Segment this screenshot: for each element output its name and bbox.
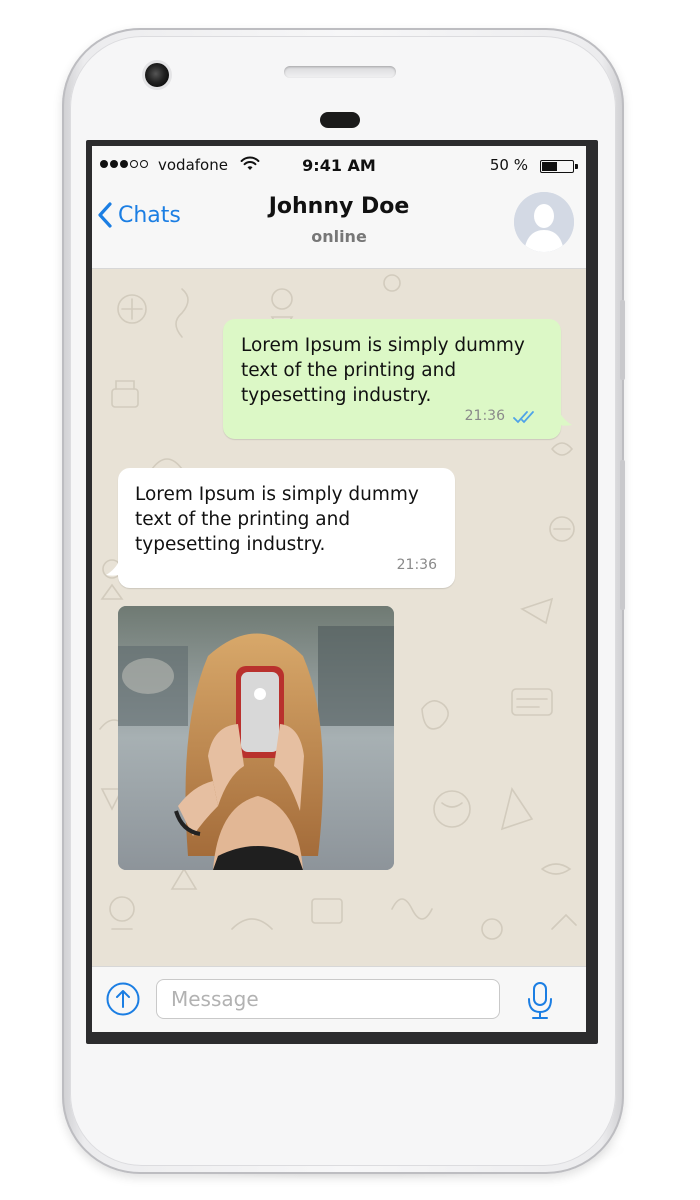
- incoming-message-bubble[interactable]: Lorem Ipsum is simply dummy text of the …: [118, 468, 455, 588]
- message-text: Lorem Ipsum is simply dummy text of the …: [135, 484, 419, 555]
- battery-icon: [540, 160, 578, 173]
- photo-message[interactable]: [118, 606, 394, 870]
- power-button: [620, 460, 625, 610]
- volume-button: [620, 300, 625, 380]
- chat-area[interactable]: Lorem Ipsum is simply dummy text of the …: [92, 269, 586, 966]
- message-meta: 21:36: [465, 404, 539, 429]
- microphone-icon[interactable]: [526, 981, 554, 1021]
- earpiece-speaker: [284, 66, 396, 78]
- message-time: 21:36: [396, 557, 437, 573]
- front-camera: [145, 63, 169, 87]
- message-input[interactable]: [156, 979, 500, 1019]
- avatar[interactable]: [514, 192, 574, 252]
- message-time: 21:36: [464, 408, 505, 424]
- app-display: vodafone 9:41 AM 50 % Chats Johnny Doe o…: [92, 146, 586, 1032]
- status-bar: vodafone 9:41 AM 50 %: [92, 146, 586, 186]
- proximity-sensor: [320, 112, 360, 128]
- contact-name: Johnny Doe: [268, 194, 410, 219]
- incoming-bubble-tail: [106, 559, 124, 576]
- message-text: Lorem Ipsum is simply dummy text of the …: [241, 335, 525, 406]
- contact-title[interactable]: Johnny Doe online: [92, 194, 586, 246]
- contact-status: online: [311, 227, 367, 246]
- double-check-icon: [513, 410, 534, 423]
- attach-upload-icon[interactable]: [106, 982, 140, 1016]
- user-silhouette-icon: [514, 192, 574, 252]
- outgoing-bubble-tail: [554, 409, 572, 426]
- battery-percentage: 50 %: [489, 156, 528, 174]
- selfie-photo-image: [118, 606, 394, 870]
- message-composer: [92, 966, 586, 1032]
- outgoing-message-bubble[interactable]: Lorem Ipsum is simply dummy text of the …: [223, 319, 561, 439]
- chat-header: Chats Johnny Doe online: [92, 186, 586, 269]
